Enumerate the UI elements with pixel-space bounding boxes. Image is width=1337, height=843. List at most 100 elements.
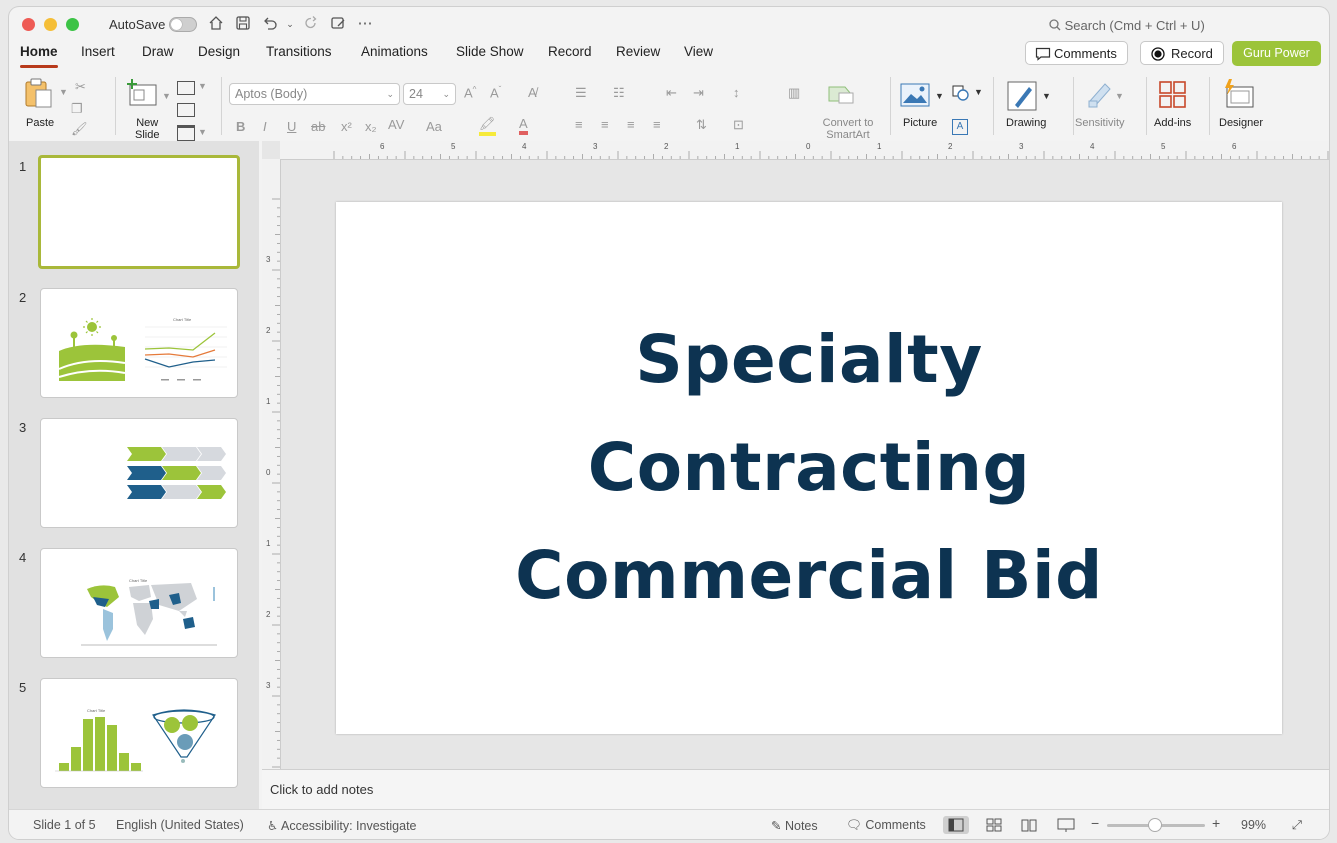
slide-sorter-view-button[interactable] (981, 816, 1007, 834)
zoom-in-button[interactable]: + (1212, 815, 1220, 831)
convert-smartart-label[interactable]: Convert to SmartArt (817, 117, 879, 141)
reading-view-button[interactable] (1016, 816, 1042, 834)
font-name-dropdown[interactable]: Aptos (Body) ⌄ (229, 83, 400, 105)
reset-icon[interactable] (177, 103, 195, 117)
shapes-icon[interactable] (952, 85, 970, 101)
text-box-icon[interactable]: A (952, 119, 968, 135)
slide-thumbnail-1[interactable] (38, 155, 240, 269)
slide-thumbnail-2[interactable]: Chart Title (40, 288, 238, 398)
picture-icon[interactable] (900, 83, 930, 107)
add-ins-icon[interactable] (1159, 81, 1187, 109)
slide-canvas[interactable]: Specialty Contracting Commercial Bid (336, 202, 1282, 734)
notes-icon: ✎ (771, 819, 782, 833)
layout-dropdown-icon[interactable]: ▼ (198, 81, 207, 91)
layout-icon[interactable] (177, 81, 195, 95)
record-button[interactable]: Record (1140, 41, 1224, 65)
tab-transitions[interactable]: Transitions (266, 44, 332, 59)
normal-view-button[interactable] (943, 816, 969, 834)
tab-design[interactable]: Design (198, 44, 240, 59)
notes-pane[interactable]: Click to add notes (262, 769, 1329, 810)
minimize-window-button[interactable] (44, 18, 57, 31)
section-icon[interactable] (177, 125, 195, 141)
align-right-icon[interactable]: ≡ (627, 117, 635, 132)
font-color-icon[interactable]: A (519, 116, 528, 135)
slideshow-view-button[interactable] (1053, 816, 1079, 834)
picture-dropdown-icon[interactable]: ▼ (935, 91, 944, 101)
redo-icon[interactable] (302, 15, 320, 33)
numbering-icon[interactable]: ☷ (613, 85, 625, 101)
more-options-icon[interactable]: ⋯ (356, 15, 374, 33)
zoom-window-button[interactable] (66, 18, 79, 31)
paste-dropdown-icon[interactable]: ▼ (59, 87, 68, 97)
drawing-icon[interactable] (1007, 81, 1037, 111)
save-icon[interactable] (234, 15, 252, 33)
shapes-dropdown-icon[interactable]: ▼ (974, 87, 983, 97)
tab-view[interactable]: View (684, 44, 713, 59)
zoom-level[interactable]: 99% (1241, 818, 1266, 832)
strikethrough-icon[interactable]: ab (311, 119, 325, 134)
format-painter-icon[interactable]: 🖌 (71, 121, 88, 137)
tab-slide-show[interactable]: Slide Show (456, 44, 524, 59)
justify-icon[interactable]: ≡ (653, 117, 661, 132)
undo-icon[interactable] (261, 15, 279, 33)
increase-font-size-icon[interactable]: A^ (464, 85, 476, 100)
tab-home[interactable]: Home (20, 44, 58, 59)
language-status[interactable]: English (United States) (116, 818, 244, 832)
slide-title-textbox[interactable]: Specialty Contracting Commercial Bid (336, 306, 1282, 630)
superscript-icon[interactable]: x² (341, 119, 352, 134)
font-size-dropdown[interactable]: 24 ⌄ (403, 83, 456, 105)
highlight-icon[interactable]: 🖍 (479, 116, 496, 136)
underline-icon[interactable]: U (287, 119, 296, 134)
close-window-button[interactable] (22, 18, 35, 31)
slide-thumbnail-4[interactable]: Chart Title (40, 548, 238, 658)
subscript-icon[interactable]: x₂ (365, 119, 377, 134)
decrease-font-size-icon[interactable]: Aˇ (490, 85, 501, 100)
increase-indent-icon[interactable]: ⇥ (693, 85, 704, 101)
tab-record[interactable]: Record (548, 44, 592, 59)
paste-button[interactable] (23, 77, 57, 111)
columns-icon[interactable]: ▥ (788, 85, 800, 101)
smartart-icon[interactable] (827, 83, 857, 105)
accessibility-status[interactable]: ♿︎ Accessibility: Investigate (267, 818, 417, 833)
designer-icon[interactable] (1223, 79, 1255, 109)
zoom-out-button[interactable]: − (1091, 815, 1099, 831)
sensitivity-icon[interactable] (1087, 81, 1113, 109)
comments-button[interactable]: Comments (1025, 41, 1128, 65)
tab-animations[interactable]: Animations (361, 44, 428, 59)
change-case-icon[interactable]: Aa (426, 119, 442, 134)
slide-thumbnail-3[interactable] (40, 418, 238, 528)
guru-power-button[interactable]: Guru Power (1232, 41, 1321, 66)
align-center-icon[interactable]: ≡ (601, 117, 609, 132)
tab-review[interactable]: Review (616, 44, 660, 59)
bullets-icon[interactable]: ☰ (575, 85, 587, 101)
section-dropdown-icon[interactable]: ▼ (198, 127, 207, 137)
italic-icon[interactable]: I (263, 119, 267, 134)
undo-dropdown-icon[interactable]: ⌄ (281, 15, 299, 33)
bold-icon[interactable]: B (236, 119, 245, 134)
home-icon[interactable] (207, 15, 225, 33)
line-chart-thumbnail (144, 326, 227, 381)
customize-icon[interactable] (329, 15, 347, 33)
notes-button[interactable]: ✎ Notes (771, 818, 818, 833)
slide-thumbnail-5[interactable]: Chart Title (40, 678, 238, 788)
cut-icon[interactable]: ✂ (75, 79, 86, 95)
align-text-icon[interactable]: ⊡ (733, 117, 744, 133)
tab-insert[interactable]: Insert (81, 44, 115, 59)
sensitivity-dropdown-icon[interactable]: ▼ (1115, 91, 1124, 101)
character-spacing-icon[interactable]: AV (388, 117, 404, 132)
fit-to-window-icon[interactable]: ⤢ (1292, 818, 1302, 833)
text-direction-icon[interactable]: ⇅ (696, 117, 707, 133)
tab-draw[interactable]: Draw (142, 44, 174, 59)
autosave-toggle[interactable] (169, 17, 197, 32)
align-left-icon[interactable]: ≡ (575, 117, 583, 132)
new-slide-dropdown-icon[interactable]: ▼ (162, 91, 171, 101)
comments-status-button[interactable]: 🗨︎ Comments (846, 818, 926, 833)
decrease-indent-icon[interactable]: ⇤ (666, 85, 677, 101)
line-spacing-icon[interactable]: ↕ (733, 85, 740, 100)
copy-icon[interactable]: ❐ (71, 101, 83, 117)
zoom-slider-thumb[interactable] (1148, 818, 1162, 832)
new-slide-button[interactable] (126, 79, 158, 109)
search-box[interactable]: Search (Cmd + Ctrl + U) (1049, 18, 1205, 33)
drawing-dropdown-icon[interactable]: ▼ (1042, 91, 1051, 101)
clear-formatting-icon[interactable]: A̸ (528, 85, 537, 100)
